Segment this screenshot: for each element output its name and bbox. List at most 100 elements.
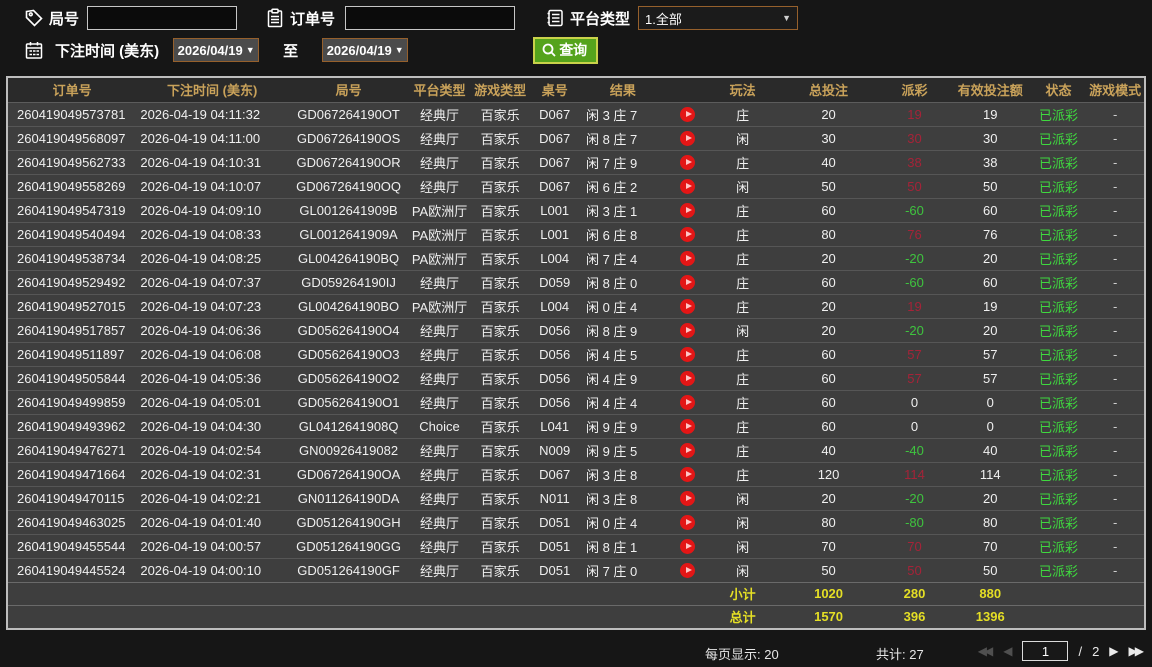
- cell-status: 已派彩: [1030, 269, 1087, 294]
- cell-order-id: 260419049511897: [8, 341, 137, 366]
- bet-time-filter-label: 下注时间 (美东): [55, 42, 160, 60]
- last-page-icon[interactable]: ▶▶: [1129, 641, 1145, 661]
- cell-table-no: D056: [530, 389, 579, 414]
- cell-table-no: L004: [530, 245, 579, 270]
- cell-order-id: 260419049476271: [8, 437, 137, 462]
- col-round-id: 局号: [287, 78, 410, 103]
- cell-platform: 经典厅: [409, 173, 470, 198]
- play-video-icon[interactable]: [679, 539, 695, 555]
- play-video-icon[interactable]: [679, 467, 695, 483]
- table-row: 260419049470115 2026-04-19 04:02:21 GN01…: [8, 485, 1144, 510]
- cell-valid-bet: 40: [949, 437, 1031, 462]
- first-page-icon[interactable]: ◀◀: [978, 641, 994, 661]
- cell-valid-bet: 30: [949, 125, 1031, 150]
- cell-game-mode: -: [1086, 533, 1144, 558]
- play-video-icon[interactable]: [679, 179, 695, 195]
- cell-order-id: 260419049499859: [8, 389, 137, 414]
- play-video-icon[interactable]: [679, 299, 695, 315]
- play-video-icon[interactable]: [679, 131, 695, 147]
- next-page-icon[interactable]: ▶: [1109, 641, 1118, 661]
- play-video-icon[interactable]: [679, 155, 695, 171]
- cell-valid-bet: 19: [949, 293, 1031, 318]
- cell-valid-bet: 20: [949, 245, 1031, 270]
- cell-round-id: GD056264190O3: [287, 341, 410, 366]
- cell-video: [666, 509, 708, 534]
- cell-game-type: 百家乐: [469, 149, 531, 174]
- cell-payout: 19: [879, 293, 950, 318]
- play-video-icon[interactable]: [679, 443, 695, 459]
- cell-game-type: 百家乐: [469, 269, 531, 294]
- query-button[interactable]: 查询: [533, 36, 599, 64]
- cell-game-mode: -: [1086, 245, 1144, 270]
- play-video-icon[interactable]: [679, 203, 695, 219]
- cell-valid-bet: 20: [949, 317, 1031, 342]
- play-video-icon[interactable]: [679, 515, 695, 531]
- cell-platform: 经典厅: [409, 269, 470, 294]
- cell-status: 已派彩: [1030, 557, 1087, 582]
- cell-result: 闲 9 庄 9: [578, 413, 667, 438]
- cell-game-type: 百家乐: [469, 221, 531, 246]
- play-video-icon[interactable]: [679, 251, 695, 267]
- cell-bet-time: 2026-04-19 04:11:32: [136, 102, 288, 126]
- cell-valid-bet: 57: [949, 341, 1031, 366]
- cell-game-type: 百家乐: [469, 557, 531, 582]
- table-row: 260419049471664 2026-04-19 04:02:31 GD06…: [8, 461, 1144, 486]
- cell-platform: 经典厅: [409, 485, 470, 510]
- date-from-value: 2026/04/19: [177, 42, 243, 58]
- page-number-input[interactable]: [1022, 641, 1069, 661]
- cell-bet-time: 2026-04-19 04:10:31: [136, 149, 288, 174]
- cell-video: [666, 149, 708, 174]
- order-input[interactable]: [345, 6, 516, 30]
- cell-bet-time: 2026-04-19 04:05:36: [136, 365, 288, 390]
- cell-bet-side: 庄: [707, 413, 779, 438]
- cell-bet-time: 2026-04-19 04:08:25: [136, 245, 288, 270]
- date-from-picker[interactable]: 2026/04/19 ▼: [173, 38, 260, 62]
- cell-valid-bet: 60: [949, 269, 1031, 294]
- play-video-icon[interactable]: [679, 275, 695, 291]
- table-row: 260419049538734 2026-04-19 04:08:25 GL00…: [8, 245, 1144, 270]
- cell-payout: -20: [879, 317, 950, 342]
- cell-result: 闲 8 庄 9: [578, 317, 667, 342]
- cell-platform: 经典厅: [409, 461, 470, 486]
- play-video-icon[interactable]: [679, 227, 695, 243]
- cell-valid-bet: 0: [949, 389, 1031, 414]
- cell-payout: -20: [879, 245, 950, 270]
- cell-platform: 经典厅: [409, 509, 470, 534]
- cell-total-bet: 60: [778, 341, 880, 366]
- cell-bet-side: 闲: [707, 557, 779, 582]
- cell-video: [666, 389, 708, 414]
- play-video-icon[interactable]: [679, 563, 695, 579]
- date-to-picker[interactable]: 2026/04/19 ▼: [322, 38, 409, 62]
- cell-payout: -80: [879, 509, 950, 534]
- cell-bet-side: 闲: [707, 485, 779, 510]
- table-row: 260419049573781 2026-04-19 04:11:32 GD06…: [8, 102, 1144, 126]
- cell-game-mode: -: [1086, 557, 1144, 582]
- cell-table-no: D067: [530, 149, 579, 174]
- play-video-icon[interactable]: [679, 347, 695, 363]
- table-row: 260419049558269 2026-04-19 04:10:07 GD06…: [8, 173, 1144, 198]
- play-video-icon[interactable]: [679, 371, 695, 387]
- cell-payout: 38: [879, 149, 950, 174]
- prev-page-icon[interactable]: ◀: [1003, 641, 1012, 661]
- round-input[interactable]: [87, 6, 238, 30]
- page-size-label: 每页显示: 20: [705, 647, 779, 662]
- col-table-no: 桌号: [530, 78, 579, 103]
- cell-payout: 50: [879, 173, 950, 198]
- cell-order-id: 260419049517857: [8, 317, 137, 342]
- cell-bet-time: 2026-04-19 04:06:08: [136, 341, 288, 366]
- cell-valid-bet: 60: [949, 197, 1031, 222]
- play-video-icon[interactable]: [679, 419, 695, 435]
- cell-result: 闲 4 庄 4: [578, 389, 667, 414]
- cell-game-type: 百家乐: [469, 509, 531, 534]
- cell-platform: 经典厅: [409, 149, 470, 174]
- play-video-icon[interactable]: [679, 491, 695, 507]
- platform-select[interactable]: 1.全部 ▼: [638, 6, 799, 30]
- cell-result: 闲 8 庄 1: [578, 533, 667, 558]
- cell-table-no: L001: [530, 197, 579, 222]
- play-video-icon[interactable]: [679, 107, 695, 123]
- play-video-icon[interactable]: [679, 323, 695, 339]
- play-video-icon[interactable]: [679, 395, 695, 411]
- cell-status: 已派彩: [1030, 293, 1087, 318]
- cell-valid-bet: 19: [949, 102, 1031, 126]
- cell-game-type: 百家乐: [469, 533, 531, 558]
